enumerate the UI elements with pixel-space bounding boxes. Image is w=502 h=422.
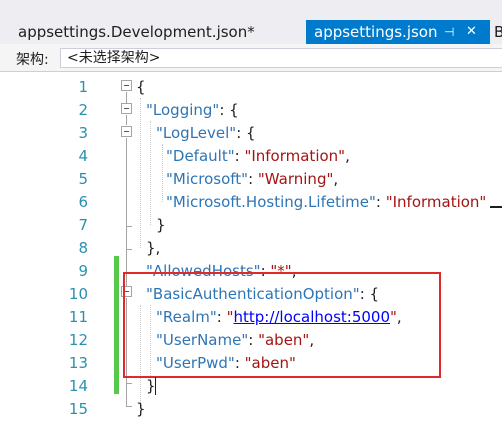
line-number: 13: [68, 354, 88, 372]
punctuation: }: [156, 216, 166, 234]
outline-end: [126, 406, 132, 407]
line-number: 8: [78, 239, 88, 257]
line-number: 1: [78, 78, 88, 96]
line-number: 14: [68, 377, 88, 395]
code-editor[interactable]: 1 2 3 4 5 6 7 8 9 10 11 12 13 14 15 {"Logging": {"LogL…: [0, 73, 502, 422]
code-line[interactable]: }: [156, 214, 166, 237]
schema-label: 架构:: [16, 52, 49, 68]
code-line[interactable]: },: [146, 237, 160, 260]
json-key: "Default": [166, 147, 235, 165]
punctuation: :: [375, 193, 386, 211]
code-line[interactable]: "Default": "Information",: [166, 145, 350, 168]
punctuation: ,: [333, 170, 339, 188]
overflow-marker: [490, 206, 502, 208]
punctuation: : {: [236, 124, 256, 142]
punctuation: {: [136, 78, 146, 96]
json-string: "Warning": [257, 170, 334, 188]
code-line[interactable]: "Microsoft": "Warning",: [166, 168, 338, 191]
tab-label: appsettings.Development.json*: [18, 23, 255, 41]
code-line[interactable]: {: [136, 76, 146, 99]
punctuation: : {: [219, 101, 239, 119]
collapse-toggle-icon[interactable]: [121, 80, 132, 91]
indent-guide: [162, 144, 163, 202]
close-icon[interactable]: ✕: [466, 20, 477, 44]
punctuation: },: [146, 239, 161, 257]
schema-dropdown[interactable]: <未选择架构>: [60, 48, 502, 68]
pin-icon[interactable]: ⊣: [444, 20, 454, 44]
line-number: 6: [78, 193, 88, 211]
code-line[interactable]: "Logging": {: [146, 99, 239, 122]
json-key: "LogLevel": [156, 124, 237, 142]
tab-appsettings[interactable]: appsettings.json ⊣ ✕: [306, 20, 490, 44]
line-number: 11: [68, 308, 88, 326]
outline-line: [126, 138, 127, 226]
json-key: "Microsoft": [166, 170, 249, 188]
text-caret: [155, 377, 156, 395]
json-key: "Logging": [146, 101, 220, 119]
change-tracking-bar: [114, 256, 119, 394]
indent-guide: [140, 98, 141, 248]
indent-guide: [150, 121, 151, 225]
json-string: "Information": [244, 147, 346, 165]
line-number: 5: [78, 170, 88, 188]
tab-label: B: [494, 23, 502, 41]
tab-label: appsettings.json: [314, 23, 438, 41]
outline-line: [126, 384, 127, 406]
json-key: "Microsoft.Hosting.Lifetime": [166, 193, 376, 211]
outline-line: [126, 227, 127, 250]
collapse-toggle-icon[interactable]: [121, 103, 132, 114]
line-number: 10: [68, 285, 88, 303]
punctuation: :: [248, 170, 258, 188]
code-line[interactable]: "Microsoft.Hosting.Lifetime": "Informati…: [166, 191, 486, 214]
line-number: 2: [78, 101, 88, 119]
code-line[interactable]: "LogLevel": {: [156, 122, 256, 145]
collapse-toggle-icon[interactable]: [121, 126, 132, 137]
line-number: 4: [78, 147, 88, 165]
punctuation: }: [136, 400, 146, 418]
line-number: 3: [78, 124, 88, 142]
json-string: "Information": [385, 193, 487, 211]
line-number: 9: [78, 262, 88, 280]
line-number: 12: [68, 331, 88, 349]
punctuation: :: [234, 147, 245, 165]
tab-partial[interactable]: B: [492, 20, 502, 44]
highlight-annotation: [123, 272, 441, 378]
editor-margin: [0, 73, 14, 422]
tab-appsettings-development[interactable]: appsettings.Development.json*: [0, 20, 300, 44]
schema-bar: 架构: <未选择架构>: [0, 44, 502, 72]
schema-value: <未选择架构>: [67, 50, 161, 66]
document-tab-strip: appsettings.Development.json* appsetting…: [0, 0, 502, 44]
line-number: 15: [68, 400, 88, 418]
outline-line: [126, 115, 127, 125]
code-line[interactable]: }: [136, 398, 146, 421]
punctuation: ,: [345, 147, 350, 165]
line-number: 7: [78, 216, 88, 234]
